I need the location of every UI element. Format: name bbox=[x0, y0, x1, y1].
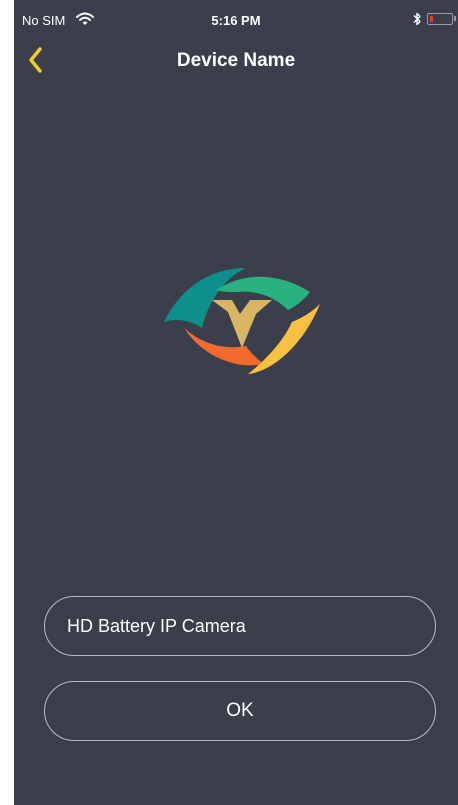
clock: 5:16 PM bbox=[211, 13, 261, 28]
ok-button[interactable]: OK bbox=[44, 681, 436, 741]
logo-orange-arc-bottom bbox=[184, 328, 264, 366]
bluetooth-icon bbox=[413, 12, 421, 26]
device-name-input[interactable] bbox=[44, 596, 436, 656]
nav-bar: Device Name bbox=[14, 40, 458, 80]
eye-v-logo bbox=[164, 268, 320, 374]
status-bar: No SIM 5:16 PM bbox=[14, 0, 458, 40]
screen: No SIM 5:16 PM Device Name OK bbox=[14, 0, 458, 805]
battery-nub bbox=[454, 16, 456, 21]
battery-level bbox=[430, 16, 433, 22]
battery-icon bbox=[427, 13, 453, 25]
page-title: Device Name bbox=[176, 50, 296, 71]
